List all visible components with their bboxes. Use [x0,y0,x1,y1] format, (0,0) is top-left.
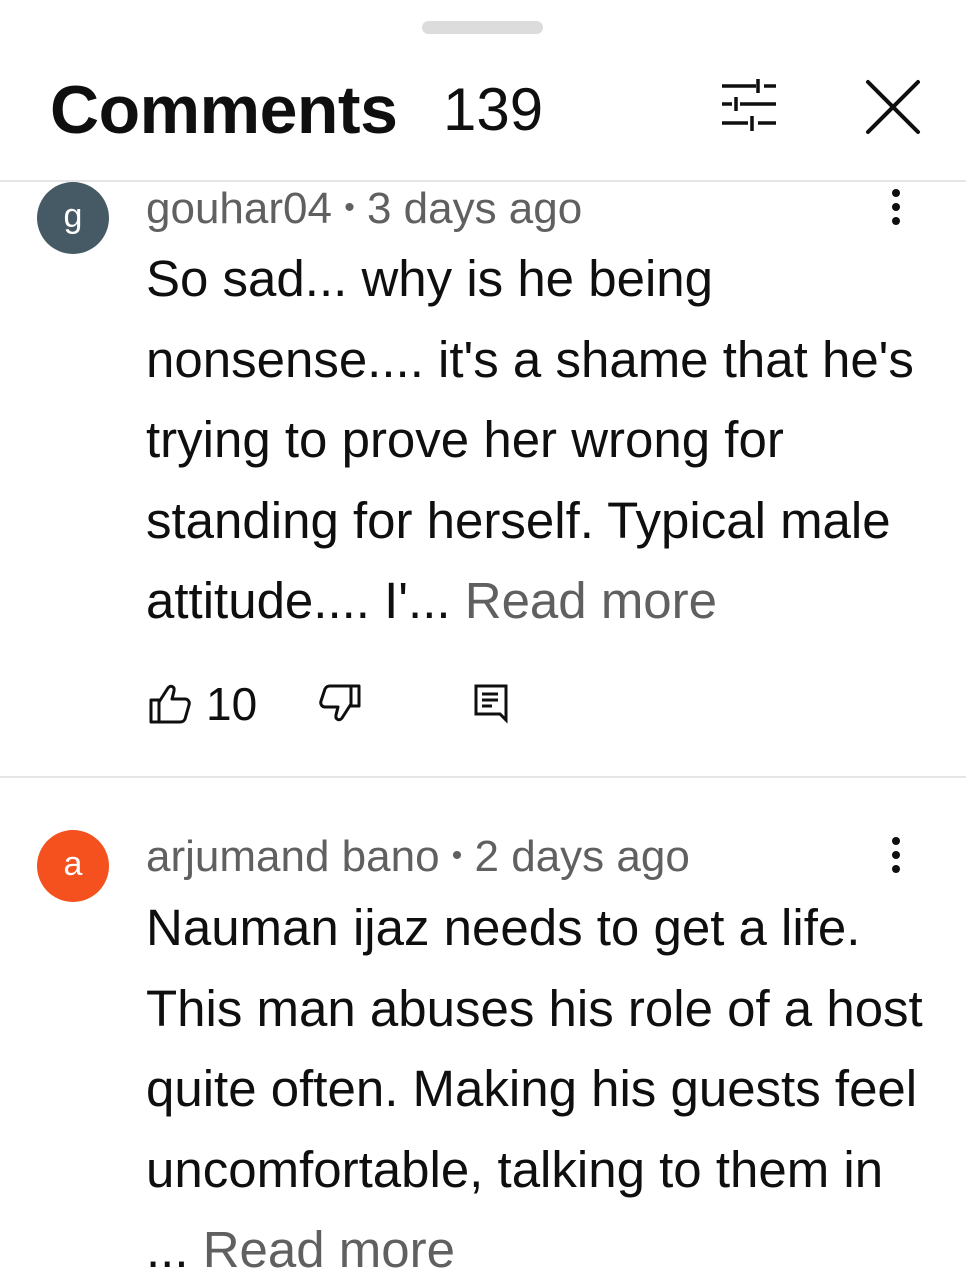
close-icon [866,80,920,134]
comment-meta: arjumand bano • 2 days ago [146,830,690,883]
avatar[interactable]: g [37,182,109,254]
like-count: 10 [206,678,258,730]
like-button[interactable] [148,682,192,726]
close-button[interactable] [862,78,926,138]
reply-comment-icon [474,684,508,724]
comment-time: 2 days ago [474,832,690,881]
comment-more-button[interactable] [876,184,916,234]
thumbs-up-icon [149,684,191,724]
comments-sheet: Comments 139 g gouhar04 • 3 days ago So … [0,0,966,1280]
comments-header: Comments 139 [0,0,966,181]
comment-text: So sad... why is he being nonsense.... i… [146,239,926,642]
comment-meta: gouhar04 • 3 days ago [146,182,582,235]
comment-author[interactable]: gouhar04 [146,184,332,233]
comment-time: 3 days ago [366,184,583,233]
meta-separator: • [344,191,355,224]
comment-author[interactable]: arjumand bano [146,832,440,881]
read-more-link[interactable]: Read more [465,572,717,629]
avatar[interactable]: a [37,830,109,902]
tune-icon [722,79,776,131]
more-vert-icon [892,837,900,873]
comment-more-button[interactable] [876,832,916,882]
read-more-link[interactable]: Read more [203,1221,455,1278]
comment-item: g gouhar04 • 3 days ago So sad... why is… [0,182,966,776]
dislike-button[interactable] [318,682,362,726]
meta-separator: • [451,839,463,872]
header-title: Comments [50,72,398,148]
thumbs-down-icon [319,684,361,722]
reply-button[interactable] [470,682,514,726]
comment-actions: 10 [0,678,966,732]
more-vert-icon [892,189,900,225]
comment-text: Nauman ijaz needs to get a life. This ma… [146,888,926,1280]
comment-item: a arjumand bano • 2 days ago Nauman ijaz… [0,778,966,1280]
comment-count: 139 [443,76,544,143]
filter-button[interactable] [718,78,780,134]
